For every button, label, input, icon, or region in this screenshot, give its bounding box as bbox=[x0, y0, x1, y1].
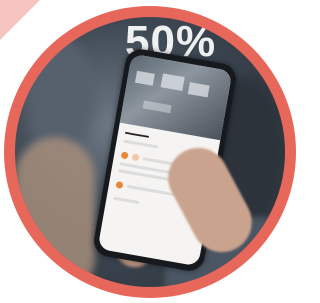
phone-in-hand-photo: 50% ▬▬▬▬ bbox=[15, 17, 285, 287]
arm bbox=[15, 137, 95, 287]
